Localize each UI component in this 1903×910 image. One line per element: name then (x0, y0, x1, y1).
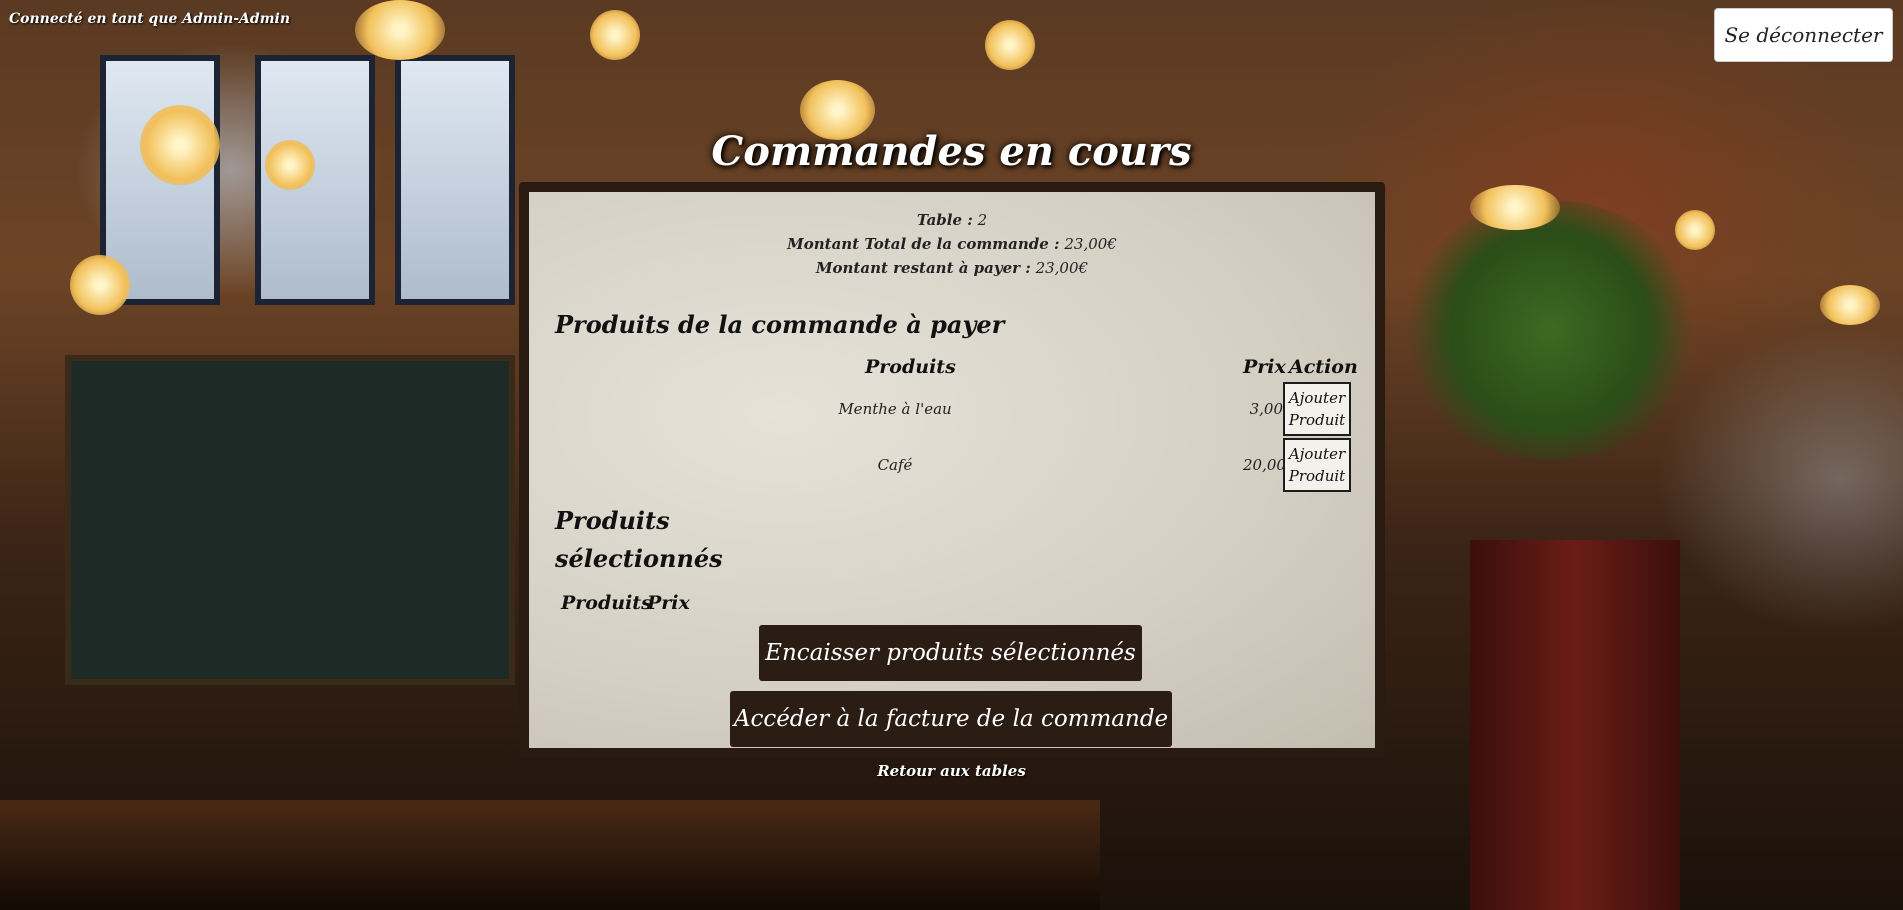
view-invoice-button[interactable]: Accéder à la facture de la commande (730, 691, 1172, 747)
background-bar (0, 800, 1100, 910)
background-plant (1400, 200, 1700, 460)
remaining-amount-value: 23,00€ (1035, 259, 1089, 277)
selected-products-title: Produits sélectionnés (555, 506, 723, 573)
selected-column-header-price: Prix (647, 592, 690, 614)
order-info: Table : 2 Montant Total de la commande :… (529, 208, 1375, 280)
cash-selected-products-button[interactable]: Encaisser produits sélectionnés (759, 625, 1142, 681)
background-window (395, 55, 515, 305)
background-lamp (1470, 185, 1560, 230)
page-title: Commandes en cours (711, 128, 1192, 175)
product-name: Café (877, 456, 913, 474)
column-header-price: Prix (1243, 356, 1286, 378)
add-product-button[interactable]: Ajouter Produit (1283, 438, 1351, 492)
table-value: 2 (977, 211, 988, 229)
products-to-pay-title: Produits de la commande à payer (555, 310, 1005, 339)
background-lamp (1675, 210, 1715, 250)
column-header-products: Produits (865, 356, 956, 378)
total-amount-info: Montant Total de la commande : 23,00€ (529, 232, 1375, 256)
column-header-action: Action (1289, 356, 1358, 378)
product-price: 20,00 (1243, 456, 1286, 474)
table-label: Table : (916, 211, 973, 229)
remaining-amount-label: Montant restant à payer : (815, 259, 1031, 277)
background-lamp (985, 20, 1035, 70)
background-lamp (1820, 285, 1880, 325)
background-lamp (70, 255, 130, 315)
selected-column-header-products: Produits (561, 592, 652, 614)
table-info: Table : 2 (529, 208, 1375, 232)
product-price: 3,00 (1249, 400, 1283, 418)
total-amount-label: Montant Total de la commande : (787, 235, 1060, 253)
logout-button[interactable]: Se déconnecter (1714, 8, 1893, 62)
background-lamp (590, 10, 640, 60)
background-lamp (355, 0, 445, 60)
product-name: Menthe à l'eau (838, 400, 952, 418)
add-product-button[interactable]: Ajouter Produit (1283, 382, 1351, 436)
total-amount-value: 23,00€ (1064, 235, 1117, 253)
back-to-tables-link[interactable]: Retour aux tables (0, 762, 1903, 780)
background-pillar (1470, 540, 1680, 910)
background-chalkboard (65, 355, 515, 685)
logged-in-user-label: Connecté en tant que Admin-Admin (9, 11, 291, 27)
order-panel: Table : 2 Montant Total de la commande :… (519, 182, 1385, 758)
remaining-amount-info: Montant restant à payer : 23,00€ (529, 256, 1375, 280)
